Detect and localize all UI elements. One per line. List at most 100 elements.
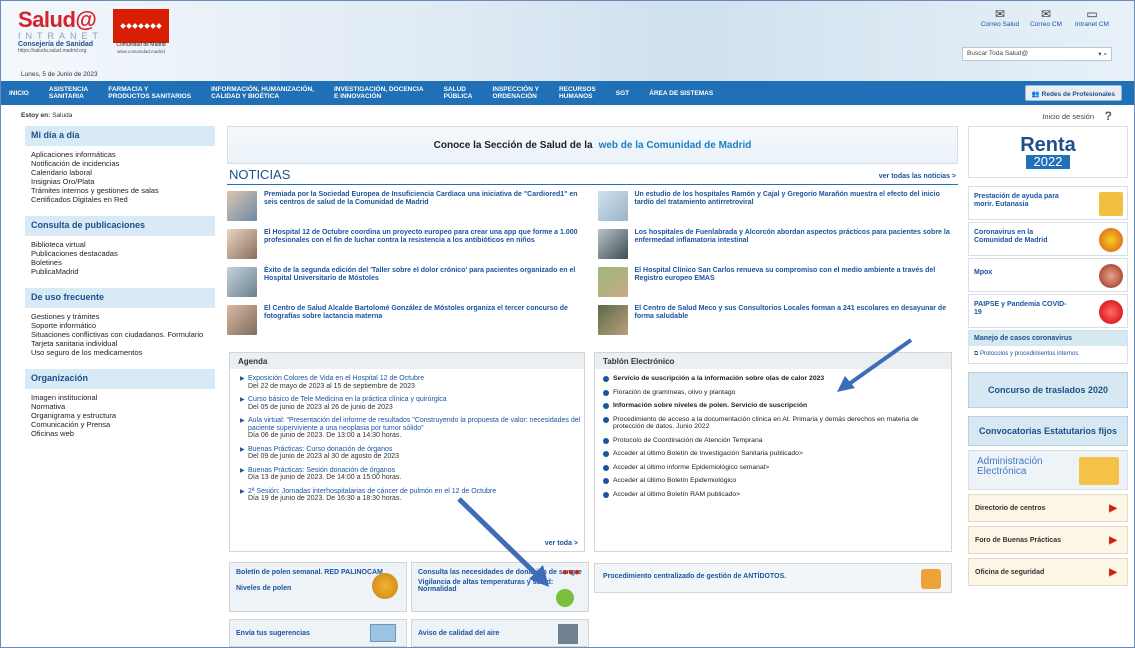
sidebar-item[interactable]: Gestiones y trámites bbox=[31, 312, 215, 321]
correo-cm-link[interactable]: ✉ Correo CM bbox=[1026, 7, 1066, 28]
cm-banner[interactable]: Conoce la Sección de Salud de la web de … bbox=[227, 126, 958, 164]
antidotos-link[interactable]: Procedimiento centralizado de gestión de… bbox=[594, 563, 952, 593]
sidebar-item[interactable]: Comunicación y Prensa bbox=[31, 420, 215, 429]
tablon-item[interactable]: Acceder al último Boletín de Investigaci… bbox=[603, 450, 951, 458]
sidebar-heading-mi-dia[interactable]: Mi día a día bbox=[25, 126, 215, 146]
news-headline[interactable]: Los hospitales de Fuenlabrada y Alcorcón… bbox=[635, 229, 959, 265]
sidebar-item[interactable]: Notificación de incidencias bbox=[31, 159, 215, 168]
covid-protocols-link[interactable]: ⧉ Protocolos y procedimientos internos bbox=[969, 346, 1127, 363]
news-headline[interactable]: El Centro de Salud Alcalde Bartolomé Gon… bbox=[264, 305, 588, 341]
banner-link[interactable]: web de la Comunidad de Madrid bbox=[599, 140, 752, 151]
sidebar-item[interactable]: Uso seguro de los medicamentos bbox=[31, 348, 215, 357]
tablon-item[interactable]: Información sobre niveles de polen. Serv… bbox=[603, 402, 951, 410]
sidebar-item[interactable]: Tarjeta sanitaria individual bbox=[31, 339, 215, 348]
sidebar-heading-publicaciones[interactable]: Consulta de publicaciones bbox=[25, 216, 215, 236]
sidebar-item[interactable]: Situaciones conflictivas con ciudadanos.… bbox=[31, 330, 215, 339]
sidebar-item[interactable]: Aplicaciones informáticas bbox=[31, 150, 215, 159]
sidebar-item[interactable]: Biblioteca virtual bbox=[31, 240, 215, 249]
sugerencias-box[interactable]: Envía tus sugerencias bbox=[229, 619, 407, 647]
sidebar-item[interactable]: PublicaMadrid bbox=[31, 267, 215, 276]
nav-investigacion[interactable]: INVESTIGACIÓN, DOCENCIA E INNOVACIÓN bbox=[334, 86, 424, 100]
coronavirus-link[interactable]: Coronavirus en la Comunidad de Madrid bbox=[968, 222, 1128, 256]
paipse-link[interactable]: PAIPSE y Pandemia COVID-19 bbox=[968, 294, 1128, 328]
intranet-cm-link[interactable]: ▭ Intranet CM bbox=[1072, 7, 1112, 28]
sidebar-heading-uso-frecuente[interactable]: De uso frecuente bbox=[25, 288, 215, 308]
news-headline[interactable]: El Hospital Clínico San Carlos renueva s… bbox=[635, 267, 959, 303]
salud-logo[interactable]: Salud@ INTRANET Consejería de Sanidad ht… bbox=[18, 7, 108, 54]
help-icon[interactable]: ? bbox=[1105, 109, 1112, 123]
sidebar-item[interactable]: Trámites internos y gestiones de salas bbox=[31, 186, 215, 195]
polen-box[interactable]: Boletín de polen semanal. RED PALINOCAM … bbox=[229, 562, 407, 612]
all-news-link[interactable]: ver todas las noticias > bbox=[879, 173, 956, 180]
nav-farmacia[interactable]: FARMACIA Y PRODUCTOS SANITARIOS bbox=[108, 86, 191, 100]
traslados-button[interactable]: Concurso de traslados 2020 bbox=[968, 372, 1128, 408]
news-item[interactable]: Éxito de la segunda edición del 'Taller … bbox=[227, 267, 588, 303]
news-headline[interactable]: Éxito de la segunda edición del 'Taller … bbox=[264, 267, 588, 303]
search-input[interactable]: Buscar Toda Salud@ ▾ ⌕ bbox=[962, 47, 1112, 61]
sidebar-item[interactable]: Organigrama y estructura bbox=[31, 411, 215, 420]
news-headline[interactable]: El Hospital 12 de Octubre coordina un pr… bbox=[264, 229, 588, 265]
admin-electronica-link[interactable]: Administración Electrónica bbox=[968, 450, 1128, 490]
folder-icon bbox=[1079, 457, 1119, 485]
sidebar-item[interactable]: Normativa bbox=[31, 402, 215, 411]
login-link[interactable]: Inicio de sesión bbox=[1042, 112, 1094, 121]
renta-banner[interactable]: Renta 2022 bbox=[968, 126, 1128, 178]
comunidad-madrid-logo[interactable]: Comunidad de Madrid www.comunidad.madrid bbox=[113, 9, 169, 59]
sidebar-item[interactable]: Oficinas web bbox=[31, 429, 215, 438]
nav-salud-publica[interactable]: SALUD PÚBLICA bbox=[444, 86, 473, 100]
sidebar-item[interactable]: Boletines bbox=[31, 258, 215, 267]
sidebar-item[interactable]: Insignias Oro/Plata bbox=[31, 177, 215, 186]
aire-box[interactable]: Aviso de calidad del aire bbox=[411, 619, 589, 647]
news-headline[interactable]: Premiada por la Sociedad Europea de Insu… bbox=[264, 191, 588, 227]
tablon-item[interactable]: Acceder al último Boletín Epidemiológico bbox=[603, 477, 951, 485]
news-item[interactable]: El Hospital Clínico San Carlos renueva s… bbox=[597, 267, 959, 303]
agenda-item-title[interactable]: Curso básico de Tele Medicina en la prác… bbox=[248, 396, 584, 404]
agenda-item[interactable]: Buenas Prácticas: Curso donación de órga… bbox=[240, 446, 584, 461]
nav-area-sistemas[interactable]: ÁREA DE SISTEMAS bbox=[649, 90, 713, 97]
tablon-item[interactable]: Protocolo de Coordinación de Atención Te… bbox=[603, 437, 951, 445]
correo-salud-link[interactable]: ✉ Correo Salud bbox=[980, 7, 1020, 28]
sidebar-item[interactable]: Imagen institucional bbox=[31, 393, 215, 402]
redes-profesionales-button[interactable]: 👥 Redes de Profesionales bbox=[1024, 85, 1122, 101]
top-link-label: Intranet CM bbox=[1075, 21, 1109, 28]
mpox-link[interactable]: Mpox bbox=[968, 258, 1128, 292]
agenda-item-title[interactable]: Buenas Prácticas: Sesión donación de órg… bbox=[248, 467, 584, 475]
news-item[interactable]: Los hospitales de Fuenlabrada y Alcorcón… bbox=[597, 229, 959, 265]
oficina-seguridad-link[interactable]: Oficina de seguridad ▶ bbox=[968, 558, 1128, 586]
nav-inicio[interactable]: INICIO bbox=[9, 90, 29, 97]
tablon-item[interactable]: Acceder al último informe Epidemiológico… bbox=[603, 464, 951, 472]
nav-sgt[interactable]: SGT bbox=[616, 90, 629, 97]
agenda-item-title[interactable]: Buenas Prácticas: Curso donación de órga… bbox=[248, 446, 584, 454]
sidebar-heading-organizacion[interactable]: Organización bbox=[25, 369, 215, 389]
nav-inspeccion[interactable]: INSPECCIÓN Y ORDENACIÓN bbox=[492, 86, 538, 100]
search-icon[interactable]: ▾ ⌕ bbox=[1098, 50, 1107, 58]
foro-link[interactable]: Foro de Buenas Prácticas ▶ bbox=[968, 526, 1128, 554]
tablon-item[interactable]: Acceder al último Boletín RAM publicado> bbox=[603, 491, 951, 499]
sidebar-item[interactable]: Publicaciones destacadas bbox=[31, 249, 215, 258]
news-item[interactable]: El Centro de Salud Alcalde Bartolomé Gon… bbox=[227, 305, 588, 341]
agenda-item-title[interactable]: Exposición Colores de Vida en el Hospita… bbox=[248, 375, 584, 383]
agenda-item[interactable]: Buenas Prácticas: Sesión donación de órg… bbox=[240, 467, 584, 482]
agenda-item-title[interactable]: Aula virtual: "Presentación del informe … bbox=[248, 417, 584, 432]
estatutarios-button[interactable]: Convocatorias Estatutarios fijos bbox=[968, 416, 1128, 446]
agenda-item[interactable]: Aula virtual: "Presentación del informe … bbox=[240, 417, 584, 440]
news-item[interactable]: Premiada por la Sociedad Europea de Insu… bbox=[227, 191, 588, 227]
sidebar-item[interactable]: Soporte informático bbox=[31, 321, 215, 330]
news-item[interactable]: Un estudio de los hospitales Ramón y Caj… bbox=[597, 191, 959, 227]
agenda-item-date: Del 05 de junio de 2023 al 26 de junio d… bbox=[248, 403, 393, 411]
nav-informacion[interactable]: INFORMACIÓN, HUMANIZACIÓN, CALIDAD Y BIO… bbox=[211, 86, 314, 100]
news-item[interactable]: El Hospital 12 de Octubre coordina un pr… bbox=[227, 229, 588, 265]
agenda-item[interactable]: Curso básico de Tele Medicina en la prác… bbox=[240, 396, 584, 411]
sidebar-item[interactable]: Certificados Digitales en Red bbox=[31, 195, 215, 204]
tablon-item[interactable]: Procedimiento de acceso a la documentaci… bbox=[603, 416, 951, 431]
news-headline[interactable]: Un estudio de los hospitales Ramón y Caj… bbox=[635, 191, 959, 227]
agenda-item[interactable]: Exposición Colores de Vida en el Hospita… bbox=[240, 375, 584, 390]
nav-recursos-humanos[interactable]: RECURSOS HUMANOS bbox=[559, 86, 596, 100]
eutanasia-link[interactable]: Prestación de ayuda para morir. Eutanasi… bbox=[968, 186, 1128, 220]
nav-asistencia[interactable]: ASISTENCIA SANITARIA bbox=[49, 86, 88, 100]
agenda-item-title[interactable]: 2ª Sesión: Jornadas interhospitalarias d… bbox=[248, 488, 584, 496]
sidebar-item[interactable]: Calendario laboral bbox=[31, 168, 215, 177]
sugerencias-label: Envía tus sugerencias bbox=[236, 630, 310, 637]
annotation-arrow-icon bbox=[457, 497, 549, 587]
directorio-link[interactable]: Directorio de centros ▶ bbox=[968, 494, 1128, 522]
